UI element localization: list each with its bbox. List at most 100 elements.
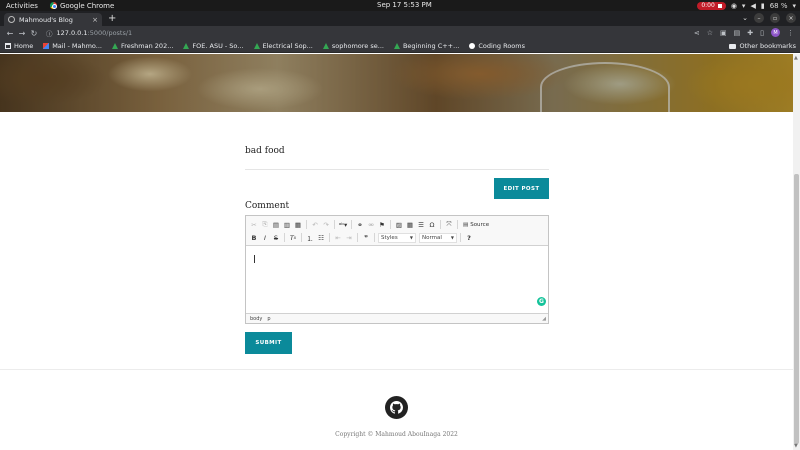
paste-icon[interactable]: ▤ — [271, 219, 281, 230]
source-button[interactable]: ▤ Source — [461, 222, 491, 228]
horizontal-line-icon[interactable]: ☰ — [416, 219, 426, 230]
spellcheck-icon[interactable]: ᵃᵇ▾ — [338, 219, 348, 230]
comment-editor[interactable]: ✂ ⎘ ▤ ▥ ▦ ↶ ↷ ᵃᵇ▾ ⚭ ⚮ ⚑ ▨ ▦ ☰ Ω ⤧ ▤ Sour… — [245, 215, 549, 324]
format-select[interactable]: Normal ▼ — [419, 232, 457, 243]
separator — [334, 220, 335, 229]
separator — [351, 220, 352, 229]
copy-icon[interactable]: ⎘ — [260, 219, 270, 230]
reload-icon[interactable]: ↻ — [28, 29, 40, 38]
translate-icon[interactable]: ▤ — [734, 29, 741, 37]
close-icon[interactable]: × — [92, 16, 98, 24]
minimize-button[interactable]: – — [754, 13, 764, 23]
app-menu[interactable]: Google Chrome — [49, 2, 114, 10]
scroll-up-icon[interactable]: ▲ — [794, 55, 798, 61]
redo-icon[interactable]: ↷ — [321, 219, 331, 230]
gmail-icon — [43, 43, 50, 49]
resize-handle-icon[interactable]: ◢ — [542, 316, 546, 322]
side-panel-icon[interactable]: ▯ — [760, 29, 764, 37]
cut-icon[interactable]: ✂ — [249, 219, 259, 230]
page-scrollbar[interactable]: ▲ ▼ — [793, 54, 800, 450]
path-p[interactable]: p — [267, 316, 270, 322]
bulleted-list-icon[interactable]: ☷ — [316, 232, 326, 243]
separator — [457, 220, 458, 229]
tab-search-icon[interactable]: ⌄ — [742, 14, 748, 22]
other-bookmarks[interactable]: Other bookmarks — [729, 42, 796, 50]
puzzle-icon[interactable]: ✚ — [747, 29, 753, 37]
back-icon[interactable]: ← — [4, 29, 16, 38]
table-icon[interactable]: ▦ — [405, 219, 415, 230]
wifi-icon: ▾ — [741, 1, 746, 10]
special-char-icon[interactable]: Ω — [427, 219, 437, 230]
paste-text-icon[interactable]: ▥ — [282, 219, 292, 230]
separator — [306, 220, 307, 229]
styles-value: Styles — [381, 234, 398, 241]
github-link[interactable] — [385, 396, 408, 419]
maximize-icon[interactable]: ⤧ — [444, 219, 454, 230]
styles-select[interactable]: Styles ▼ — [378, 232, 416, 243]
url-host: 127.0.0.1 — [56, 29, 88, 37]
bookmark-foe-asu[interactable]: FOE. ASU - So... — [183, 42, 244, 50]
bold-icon[interactable]: B — [249, 232, 259, 243]
strike-icon[interactable]: S — [271, 232, 281, 243]
indent-icon[interactable]: ⇥ — [344, 232, 354, 243]
italic-icon[interactable]: I — [260, 232, 270, 243]
drive-icon — [112, 43, 118, 49]
address-bar[interactable]: ⓘ 127.0.0.1 :5000/posts/1 — [46, 28, 686, 38]
drive-icon — [393, 43, 400, 49]
image-icon[interactable]: ▨ — [394, 219, 404, 230]
separator — [301, 233, 302, 242]
bookmark-electrical[interactable]: Electrical Sop... — [253, 42, 313, 50]
bookmark-freshman[interactable]: Freshman 202... — [112, 42, 173, 50]
clock[interactable]: Sep 17 5:53 PM — [377, 1, 432, 9]
source-label: Source — [470, 221, 490, 228]
outdent-icon[interactable]: ⇤ — [333, 232, 343, 243]
link-icon[interactable]: ⚭ — [355, 219, 365, 230]
edit-post-button[interactable]: EDIT POST — [494, 178, 549, 199]
unlink-icon[interactable]: ⚮ — [366, 219, 376, 230]
bookmark-sophomore[interactable]: sophomore se... — [322, 42, 384, 50]
bookmark-coding-rooms[interactable]: Coding Rooms — [469, 42, 525, 50]
separator — [460, 233, 461, 242]
separator — [390, 220, 391, 229]
anchor-icon[interactable]: ⚑ — [377, 219, 387, 230]
undo-icon[interactable]: ↶ — [310, 219, 320, 230]
web-page: bad food EDIT POST Comment ✂ ⎘ ▤ ▥ ▦ ↶ ↷… — [0, 54, 793, 450]
activities-button[interactable]: Activities — [6, 2, 38, 10]
paste-word-icon[interactable]: ▦ — [293, 219, 303, 230]
new-tab-button[interactable]: + — [108, 13, 116, 24]
bookmark-mail[interactable]: Mail - Mahmo... — [43, 42, 102, 50]
scrollbar-thumb[interactable] — [794, 174, 799, 444]
tab-active[interactable]: Mahmoud's Blog × — [4, 13, 102, 26]
forward-icon[interactable]: → — [16, 29, 28, 38]
scroll-down-icon[interactable]: ▼ — [794, 443, 798, 449]
grammarly-icon[interactable]: G — [537, 297, 546, 306]
separator — [374, 233, 375, 242]
window-controls: – ▫ × — [754, 13, 796, 23]
system-tray[interactable]: 0:00 ◉ ▾ ◀ ▮ 68 % ▾ — [697, 0, 796, 11]
info-icon[interactable]: ⓘ — [46, 28, 53, 38]
path-body[interactable]: body — [250, 316, 262, 322]
bookmark-beginning-cpp[interactable]: Beginning C++... — [393, 42, 460, 50]
submit-button[interactable]: SUBMIT — [245, 332, 292, 354]
star-icon[interactable]: ☆ — [707, 29, 713, 37]
post-header-image — [0, 54, 793, 112]
extension-icon[interactable]: ▣ — [720, 29, 727, 37]
maximize-button[interactable]: ▫ — [770, 13, 780, 23]
help-icon[interactable]: ? — [464, 232, 474, 243]
blockquote-icon[interactable]: ❞ — [361, 232, 371, 243]
numbered-list-icon[interactable]: ⒈ — [305, 232, 315, 243]
share-icon[interactable]: ⋖ — [694, 29, 700, 37]
footer-divider — [0, 369, 793, 370]
chevron-down-icon: ▼ — [409, 235, 413, 240]
accessibility-icon: ◉ — [730, 1, 737, 10]
menu-icon[interactable]: ⋮ — [787, 29, 794, 37]
screen-recording-indicator[interactable]: 0:00 — [697, 1, 726, 10]
profile-avatar[interactable]: M — [771, 28, 780, 37]
remove-format-icon[interactable]: Tx — [288, 232, 298, 243]
recording-time: 0:00 — [701, 2, 715, 9]
close-window-button[interactable]: × — [786, 13, 796, 23]
bookmark-home[interactable]: Home — [5, 42, 33, 50]
tab-strip: Mahmoud's Blog × + ⌄ – ▫ × — [0, 11, 800, 26]
editor-text-area[interactable]: G — [246, 246, 548, 312]
bookmark-label: Beginning C++... — [402, 42, 460, 50]
